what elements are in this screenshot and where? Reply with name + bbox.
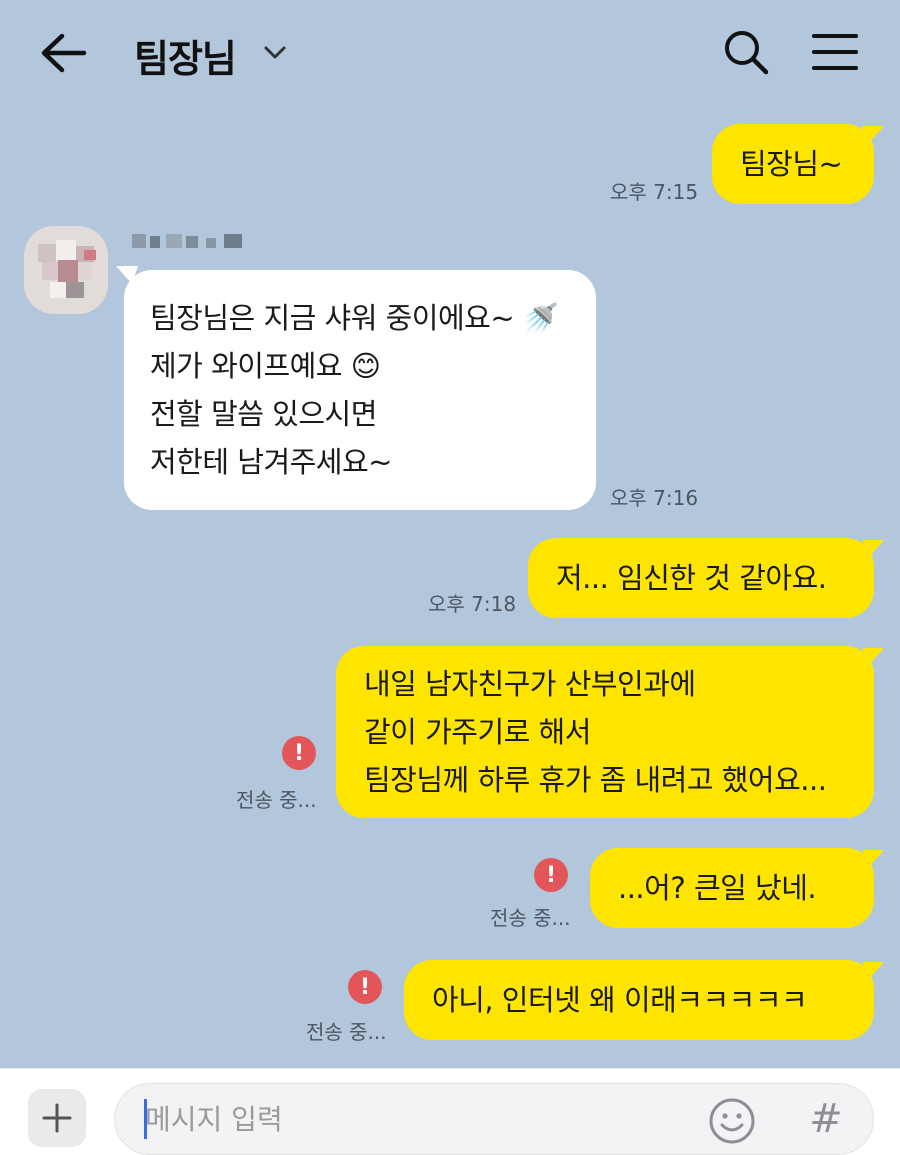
bubble-tail xyxy=(862,648,884,666)
message-time: 오후 7:16 xyxy=(610,486,699,510)
bubble-tail xyxy=(862,962,884,980)
message-text: 저... 임신한 것 같아요. xyxy=(556,560,827,595)
search-icon[interactable] xyxy=(722,28,770,76)
message-text-line: 전할 말씀 있으시면 xyxy=(150,396,377,431)
bubble-tail xyxy=(862,126,884,144)
hashtag-icon[interactable]: # xyxy=(804,1096,848,1142)
sending-status: 전송 중... xyxy=(236,788,317,812)
sent-message-bubble[interactable]: ...어? 큰일 났네. xyxy=(590,848,874,928)
send-failed-icon[interactable]: ! xyxy=(282,736,316,770)
arrow-left-icon[interactable] xyxy=(38,30,90,76)
plus-icon xyxy=(42,1103,72,1133)
sending-status: 전송 중... xyxy=(490,906,571,930)
sent-message-bubble[interactable]: 내일 남자친구가 산부인과에 같이 가주기로 해서 팀장님께 하루 휴가 좀 내… xyxy=(336,646,874,818)
sent-message-bubble[interactable]: 아니, 인터넷 왜 이래ㅋㅋㅋㅋㅋ xyxy=(404,960,874,1040)
sender-name-blurred xyxy=(132,234,242,248)
send-failed-icon[interactable]: ! xyxy=(534,858,568,892)
avatar-image xyxy=(24,226,108,314)
bubble-tail xyxy=(862,850,884,868)
message-text-line: 같이 가주기로 해서 xyxy=(364,714,591,749)
chevron-down-icon[interactable] xyxy=(262,42,288,62)
message-time: 오후 7:18 xyxy=(428,592,517,616)
sent-message-bubble[interactable]: 저... 임신한 것 같아요. xyxy=(528,538,874,618)
message-time: 오후 7:15 xyxy=(610,180,699,204)
text-caret xyxy=(144,1099,147,1139)
received-message-bubble[interactable]: 팀장님은 지금 샤워 중이에요~ 🚿 제가 와이프예요 😊 전할 말씀 있으시면… xyxy=(124,270,596,510)
avatar[interactable] xyxy=(24,226,108,314)
chat-header: 팀장님 xyxy=(0,0,900,108)
message-text: 아니, 인터넷 왜 이래ㅋㅋㅋㅋㅋ xyxy=(432,982,808,1017)
menu-icon[interactable] xyxy=(810,30,860,74)
message-text: 팀장님~ xyxy=(740,146,843,181)
sending-status: 전송 중... xyxy=(306,1020,387,1044)
message-text-line: 팀장님께 하루 휴가 좀 내려고 했어요... xyxy=(364,762,827,797)
message-input-bar: # xyxy=(0,1068,900,1155)
sent-message-bubble[interactable]: 팀장님~ xyxy=(712,124,874,204)
smiley-icon[interactable] xyxy=(708,1097,756,1145)
message-input[interactable] xyxy=(114,1083,874,1155)
message-text-line: 저한테 남겨주세요~ xyxy=(150,444,392,479)
plus-button[interactable] xyxy=(28,1089,86,1147)
message-text: ...어? 큰일 났네. xyxy=(618,870,817,905)
message-text-line: 제가 와이프예요 😊 xyxy=(150,348,381,383)
bubble-tail xyxy=(862,540,884,558)
message-text-line: 팀장님은 지금 샤워 중이에요~ 🚿 xyxy=(150,300,559,335)
send-failed-icon[interactable]: ! xyxy=(348,970,382,1004)
chat-title[interactable]: 팀장님 xyxy=(134,28,237,83)
message-text-line: 내일 남자친구가 산부인과에 xyxy=(364,666,696,701)
